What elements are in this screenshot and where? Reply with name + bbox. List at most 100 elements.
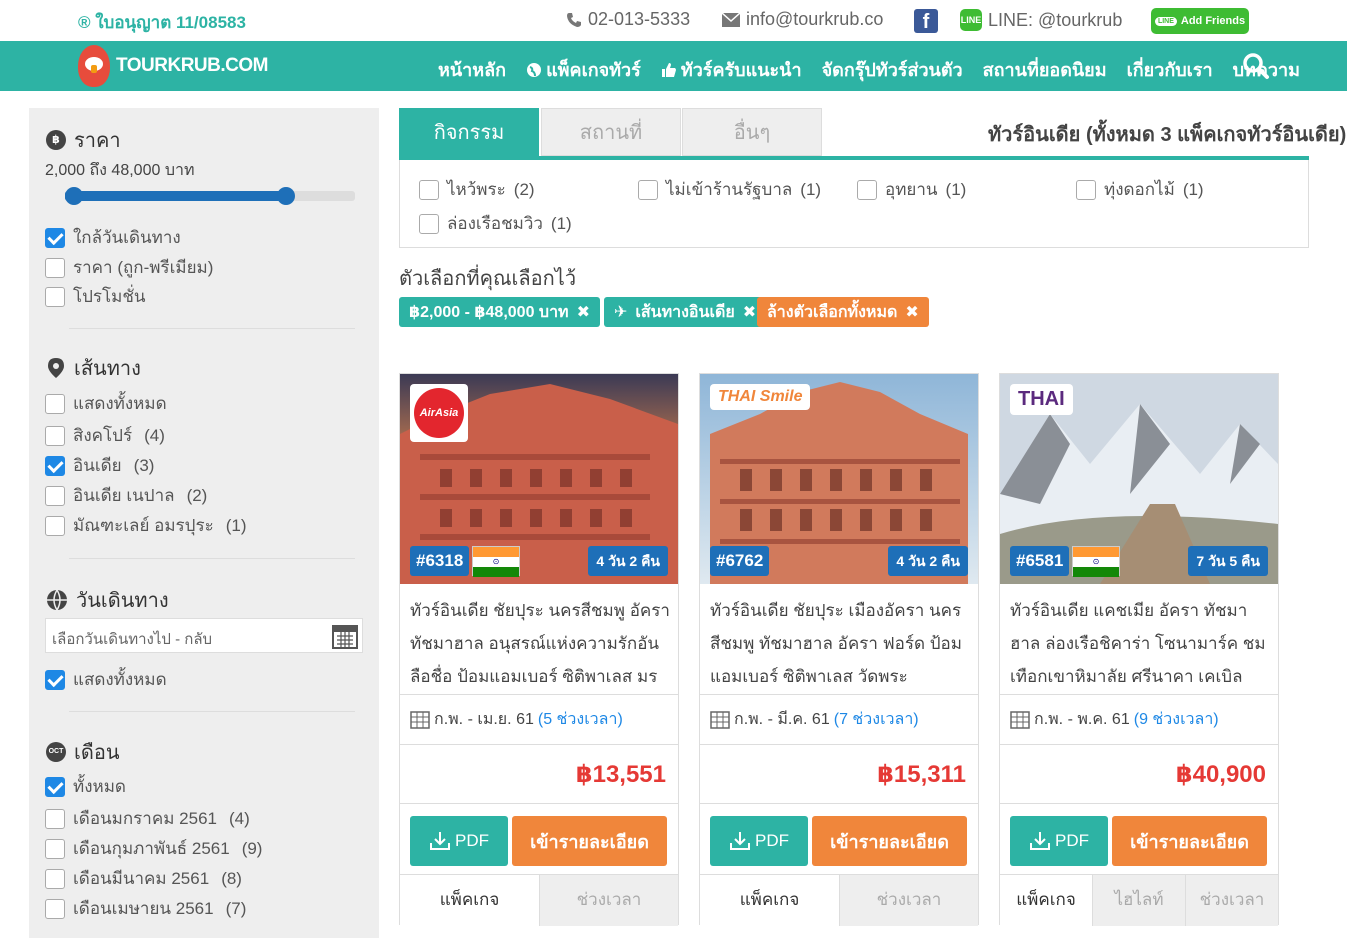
rounds-link[interactable]: (7 ช่วงเวลา) <box>834 707 919 732</box>
close-icon[interactable]: ✖ <box>577 302 590 322</box>
tour-image[interactable]: THAI #6581 ⊙ 7 วัน 5 คืน <box>1000 374 1278 584</box>
month-option[interactable]: เดือนมีนาคม 2561 (8) <box>45 865 242 892</box>
price-section-title: ฿ ราคา <box>46 124 121 156</box>
route-option[interactable]: อินเดีย เนปาล (2) <box>45 482 207 509</box>
card-tab-schedule[interactable]: ช่วงเวลา <box>539 874 678 926</box>
checkbox[interactable] <box>45 455 65 476</box>
route-option[interactable]: มัณฑะเลย์ อมรปุระ (1) <box>45 512 247 539</box>
checkbox[interactable] <box>45 227 65 248</box>
price-slider[interactable] <box>65 187 355 205</box>
checkbox[interactable] <box>45 898 65 919</box>
tour-code: #6762 <box>710 546 770 576</box>
tab-other[interactable]: อื่นๆ <box>682 108 822 156</box>
route-option[interactable]: แสดงทั้งหมด <box>45 390 167 417</box>
nav-item-about[interactable]: เกี่ยวกับเรา <box>1127 55 1213 84</box>
nav-item-recommended[interactable]: ทัวร์ครับแนะนำ <box>661 55 802 84</box>
activity-option[interactable]: ไหว้พระ (2) <box>419 176 535 203</box>
nav-item-packages[interactable]: แพ็คเกจทัวร์ <box>526 55 641 84</box>
tour-card[interactable]: THAI Smile #6762 4 วัน 2 คืน ทัวร์อินเดี… <box>699 373 979 926</box>
activity-option[interactable]: ทุ่งดอกไม้ (1) <box>1076 176 1204 203</box>
view-details-button[interactable]: เข้ารายละเอียด <box>512 816 667 866</box>
chip-price-range[interactable]: ฿2,000 - ฿48,000 บาท ✖ <box>399 297 600 327</box>
month-option[interactable]: เดือนเมษายน 2561 (7) <box>45 895 246 922</box>
card-tab-package[interactable]: แพ็คเกจ <box>1000 874 1092 926</box>
route-option[interactable]: สิงคโปร์ (4) <box>45 422 165 449</box>
checkbox[interactable] <box>45 286 65 307</box>
pdf-button[interactable]: PDF <box>710 816 808 866</box>
tour-image[interactable]: AirAsia #6318 ⊙ 4 วัน 2 คืน <box>400 374 678 584</box>
tour-image[interactable]: THAI Smile #6762 4 วัน 2 คืน <box>700 374 978 584</box>
site-logo[interactable]: TOURKRUB.COM <box>78 45 268 87</box>
checkbox[interactable] <box>857 179 877 200</box>
card-tab-highlight[interactable]: ไฮไลท์ <box>1092 874 1185 926</box>
month-option[interactable]: เดือนมกราคม 2561 (4) <box>45 805 250 832</box>
phone-contact[interactable]: 02-013-5333 <box>566 9 690 30</box>
globe-icon <box>47 589 67 611</box>
tab-activities[interactable]: กิจกรรม <box>399 108 539 156</box>
close-icon[interactable]: ✖ <box>743 302 756 322</box>
nav-item-popular-places[interactable]: สถานที่ยอดนิยม <box>983 55 1107 84</box>
line-id: LINE: @tourkrub <box>988 9 1123 30</box>
close-icon[interactable]: ✖ <box>905 302 918 322</box>
tour-card[interactable]: AirAsia #6318 ⊙ 4 วัน 2 คืน ทัวร์อินเดีย… <box>399 373 679 926</box>
checkbox[interactable] <box>1076 179 1096 200</box>
activity-option[interactable]: ไม่เข้าร้านรัฐบาล (1) <box>638 176 821 203</box>
checkbox[interactable] <box>45 838 65 859</box>
chip-route-india[interactable]: ✈ เส้นทางอินเดีย ✖ <box>604 297 767 327</box>
price-slider-max-handle[interactable] <box>277 187 296 205</box>
checkbox[interactable] <box>45 776 65 797</box>
price-slider-min-handle[interactable] <box>65 187 83 205</box>
sort-near-date[interactable]: ใกล้วันเดินทาง <box>45 224 181 251</box>
month-option[interactable]: เดือนกุมภาพันธ์ 2561 (9) <box>45 835 262 862</box>
nav-item-home[interactable]: หน้าหลัก <box>438 55 506 84</box>
checkbox[interactable] <box>419 213 439 234</box>
route-option[interactable]: อินเดีย (3) <box>45 452 154 479</box>
checkbox[interactable] <box>45 393 65 414</box>
pdf-button[interactable]: PDF <box>410 816 508 866</box>
line-contact[interactable]: LINE LINE: @tourkrub <box>960 9 1122 31</box>
tour-title[interactable]: ทัวร์อินเดีย แคชเมีย อัครา ทัชมาฮาล ล่อง… <box>1010 594 1270 693</box>
sort-promotion[interactable]: โปรโมชั่น <box>45 283 146 310</box>
checkbox[interactable] <box>638 179 658 200</box>
email-contact[interactable]: info@tourkrub.co <box>722 9 883 30</box>
pdf-button[interactable]: PDF <box>1010 816 1108 866</box>
travel-date-input[interactable]: เลือกวันเดินทางไป - กลับ <box>45 618 363 653</box>
tab-places[interactable]: สถานที่ <box>541 108 681 156</box>
activity-option[interactable]: อุทยาน (1) <box>857 176 966 203</box>
checkbox[interactable] <box>45 669 65 690</box>
checkbox-count: (2) <box>513 179 535 199</box>
add-friends-button[interactable]: LINE Add Friends <box>1151 8 1249 34</box>
checkbox[interactable] <box>45 515 65 536</box>
rounds-link[interactable]: (9 ช่วงเวลา) <box>1134 707 1219 732</box>
card-tab-schedule[interactable]: ช่วงเวลา <box>839 874 978 926</box>
calendar-month-icon: OCT <box>46 742 66 762</box>
card-tab-package[interactable]: แพ็คเกจ <box>700 874 839 926</box>
checkbox[interactable] <box>419 179 439 200</box>
date-range: ก.พ. - เม.ย. 61 <box>434 711 534 728</box>
checkbox[interactable] <box>45 425 65 446</box>
checkbox[interactable] <box>45 808 65 829</box>
rounds-link[interactable]: (5 ช่วงเวลา) <box>538 707 623 732</box>
card-tab-package[interactable]: แพ็คเกจ <box>400 874 539 926</box>
view-details-button[interactable]: เข้ารายละเอียด <box>1112 816 1267 866</box>
sort-price[interactable]: ราคา (ถูก-พรีเมียม) <box>45 254 213 281</box>
tour-title[interactable]: ทัวร์อินเดีย ชัยปุระ เมืองอัครา นครสีชมพ… <box>710 594 970 693</box>
month-option[interactable]: ทั้งหมด <box>45 773 126 800</box>
checkbox[interactable] <box>45 257 65 278</box>
checkbox-count: (1) <box>800 179 822 199</box>
activity-option[interactable]: ล่องเรือชมวิว (1) <box>419 210 572 237</box>
card-tab-schedule[interactable]: ช่วงเวลา <box>1185 874 1278 926</box>
nav-item-private-group[interactable]: จัดกรุ๊ปทัวร์ส่วนตัว <box>822 55 963 84</box>
chip-clear-all[interactable]: ล้างตัวเลือกทั้งหมด ✖ <box>757 297 929 327</box>
tour-title[interactable]: ทัวร์อินเดีย ชัยปุระ นครสีชมพู อัครา ทัช… <box>410 594 670 693</box>
nav-item-packages-label: แพ็คเกจทัวร์ <box>546 60 641 80</box>
checkbox[interactable] <box>45 485 65 506</box>
tour-card[interactable]: THAI #6581 ⊙ 7 วัน 5 คืน ทัวร์อินเดีย แค… <box>999 373 1279 926</box>
checkbox-count: (2) <box>186 485 208 505</box>
view-details-button[interactable]: เข้ารายละเอียด <box>812 816 967 866</box>
calendar-icon[interactable] <box>332 623 358 649</box>
search-icon[interactable] <box>1242 52 1270 80</box>
date-show-all[interactable]: แสดงทั้งหมด <box>45 666 167 693</box>
checkbox[interactable] <box>45 868 65 889</box>
facebook-icon[interactable]: f <box>914 9 938 33</box>
